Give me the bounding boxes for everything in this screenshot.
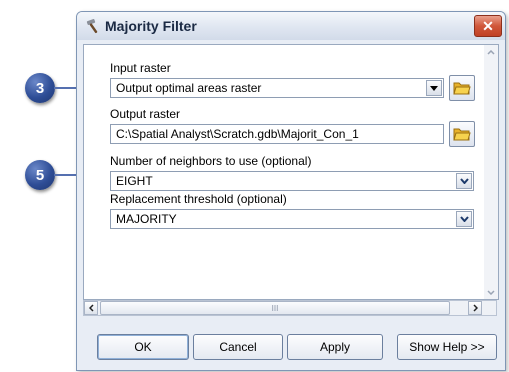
scroll-grip: III [271, 303, 279, 313]
input-raster-value: Output optimal areas raster [116, 81, 262, 95]
callout-number: 5 [35, 166, 45, 184]
input-raster-dropdown-button[interactable] [426, 80, 442, 96]
majority-filter-dialog: Majority Filter ✕ Input raster Output op… [76, 11, 506, 371]
output-raster-label: Output raster [110, 107, 181, 121]
close-button[interactable]: ✕ [474, 15, 502, 37]
parameters-panel: Input raster Output optimal areas raster… [83, 44, 499, 300]
scroll-thumb[interactable]: III [100, 301, 450, 315]
replacement-value: MAJORITY [116, 212, 177, 226]
chevron-down-icon [430, 85, 438, 91]
close-icon: ✕ [482, 17, 494, 34]
neighbors-value: EIGHT [116, 174, 153, 188]
vertical-scrollbar[interactable] [484, 45, 498, 299]
scroll-left-button[interactable] [84, 301, 98, 315]
output-raster-field[interactable]: C:\Spatial Analyst\Scratch.gdb\Majorit_C… [110, 124, 444, 144]
neighbors-dropdown-button[interactable] [456, 173, 472, 189]
replacement-label: Replacement threshold (optional) [110, 192, 287, 206]
cancel-button[interactable]: Cancel [193, 334, 283, 360]
ok-button[interactable]: OK [97, 334, 189, 360]
folder-open-icon [453, 128, 471, 141]
chevron-left-icon [88, 304, 94, 312]
chevron-right-icon [472, 304, 478, 312]
scroll-down-button[interactable] [484, 285, 498, 299]
callout-badge-3: 3 [25, 73, 55, 103]
replacement-dropdown-button[interactable] [456, 211, 472, 227]
cancel-label: Cancel [219, 340, 257, 354]
chevron-down-icon [459, 216, 469, 222]
neighbors-label: Number of neighbors to use (optional) [110, 154, 312, 168]
dialog-titlebar[interactable]: Majority Filter ✕ [77, 12, 505, 40]
neighbors-combo[interactable]: EIGHT [110, 171, 474, 191]
input-raster-label: Input raster [110, 61, 171, 75]
folder-open-icon [453, 82, 471, 95]
apply-button[interactable]: Apply [287, 334, 383, 360]
input-raster-browse-button[interactable] [449, 75, 475, 101]
input-raster-combo[interactable]: Output optimal areas raster [110, 78, 444, 98]
hammer-icon [86, 19, 98, 34]
replacement-combo[interactable]: MAJORITY [110, 209, 474, 229]
callout-number: 3 [35, 79, 45, 97]
output-raster-browse-button[interactable] [449, 121, 475, 147]
scroll-up-button[interactable] [484, 45, 498, 59]
ok-label: OK [134, 340, 152, 354]
chevron-down-icon [487, 289, 495, 295]
show-help-label: Show Help >> [409, 340, 485, 354]
callout-badge-5: 5 [25, 160, 55, 190]
show-help-button[interactable]: Show Help >> [397, 334, 497, 360]
horizontal-scrollbar[interactable]: III [83, 300, 497, 316]
apply-label: Apply [319, 340, 351, 354]
scroll-right-button[interactable] [468, 301, 482, 315]
dialog-title: Majority Filter [105, 18, 197, 34]
output-raster-value: C:\Spatial Analyst\Scratch.gdb\Majorit_C… [116, 127, 359, 141]
chevron-down-icon [459, 178, 469, 184]
chevron-up-icon [487, 49, 495, 55]
